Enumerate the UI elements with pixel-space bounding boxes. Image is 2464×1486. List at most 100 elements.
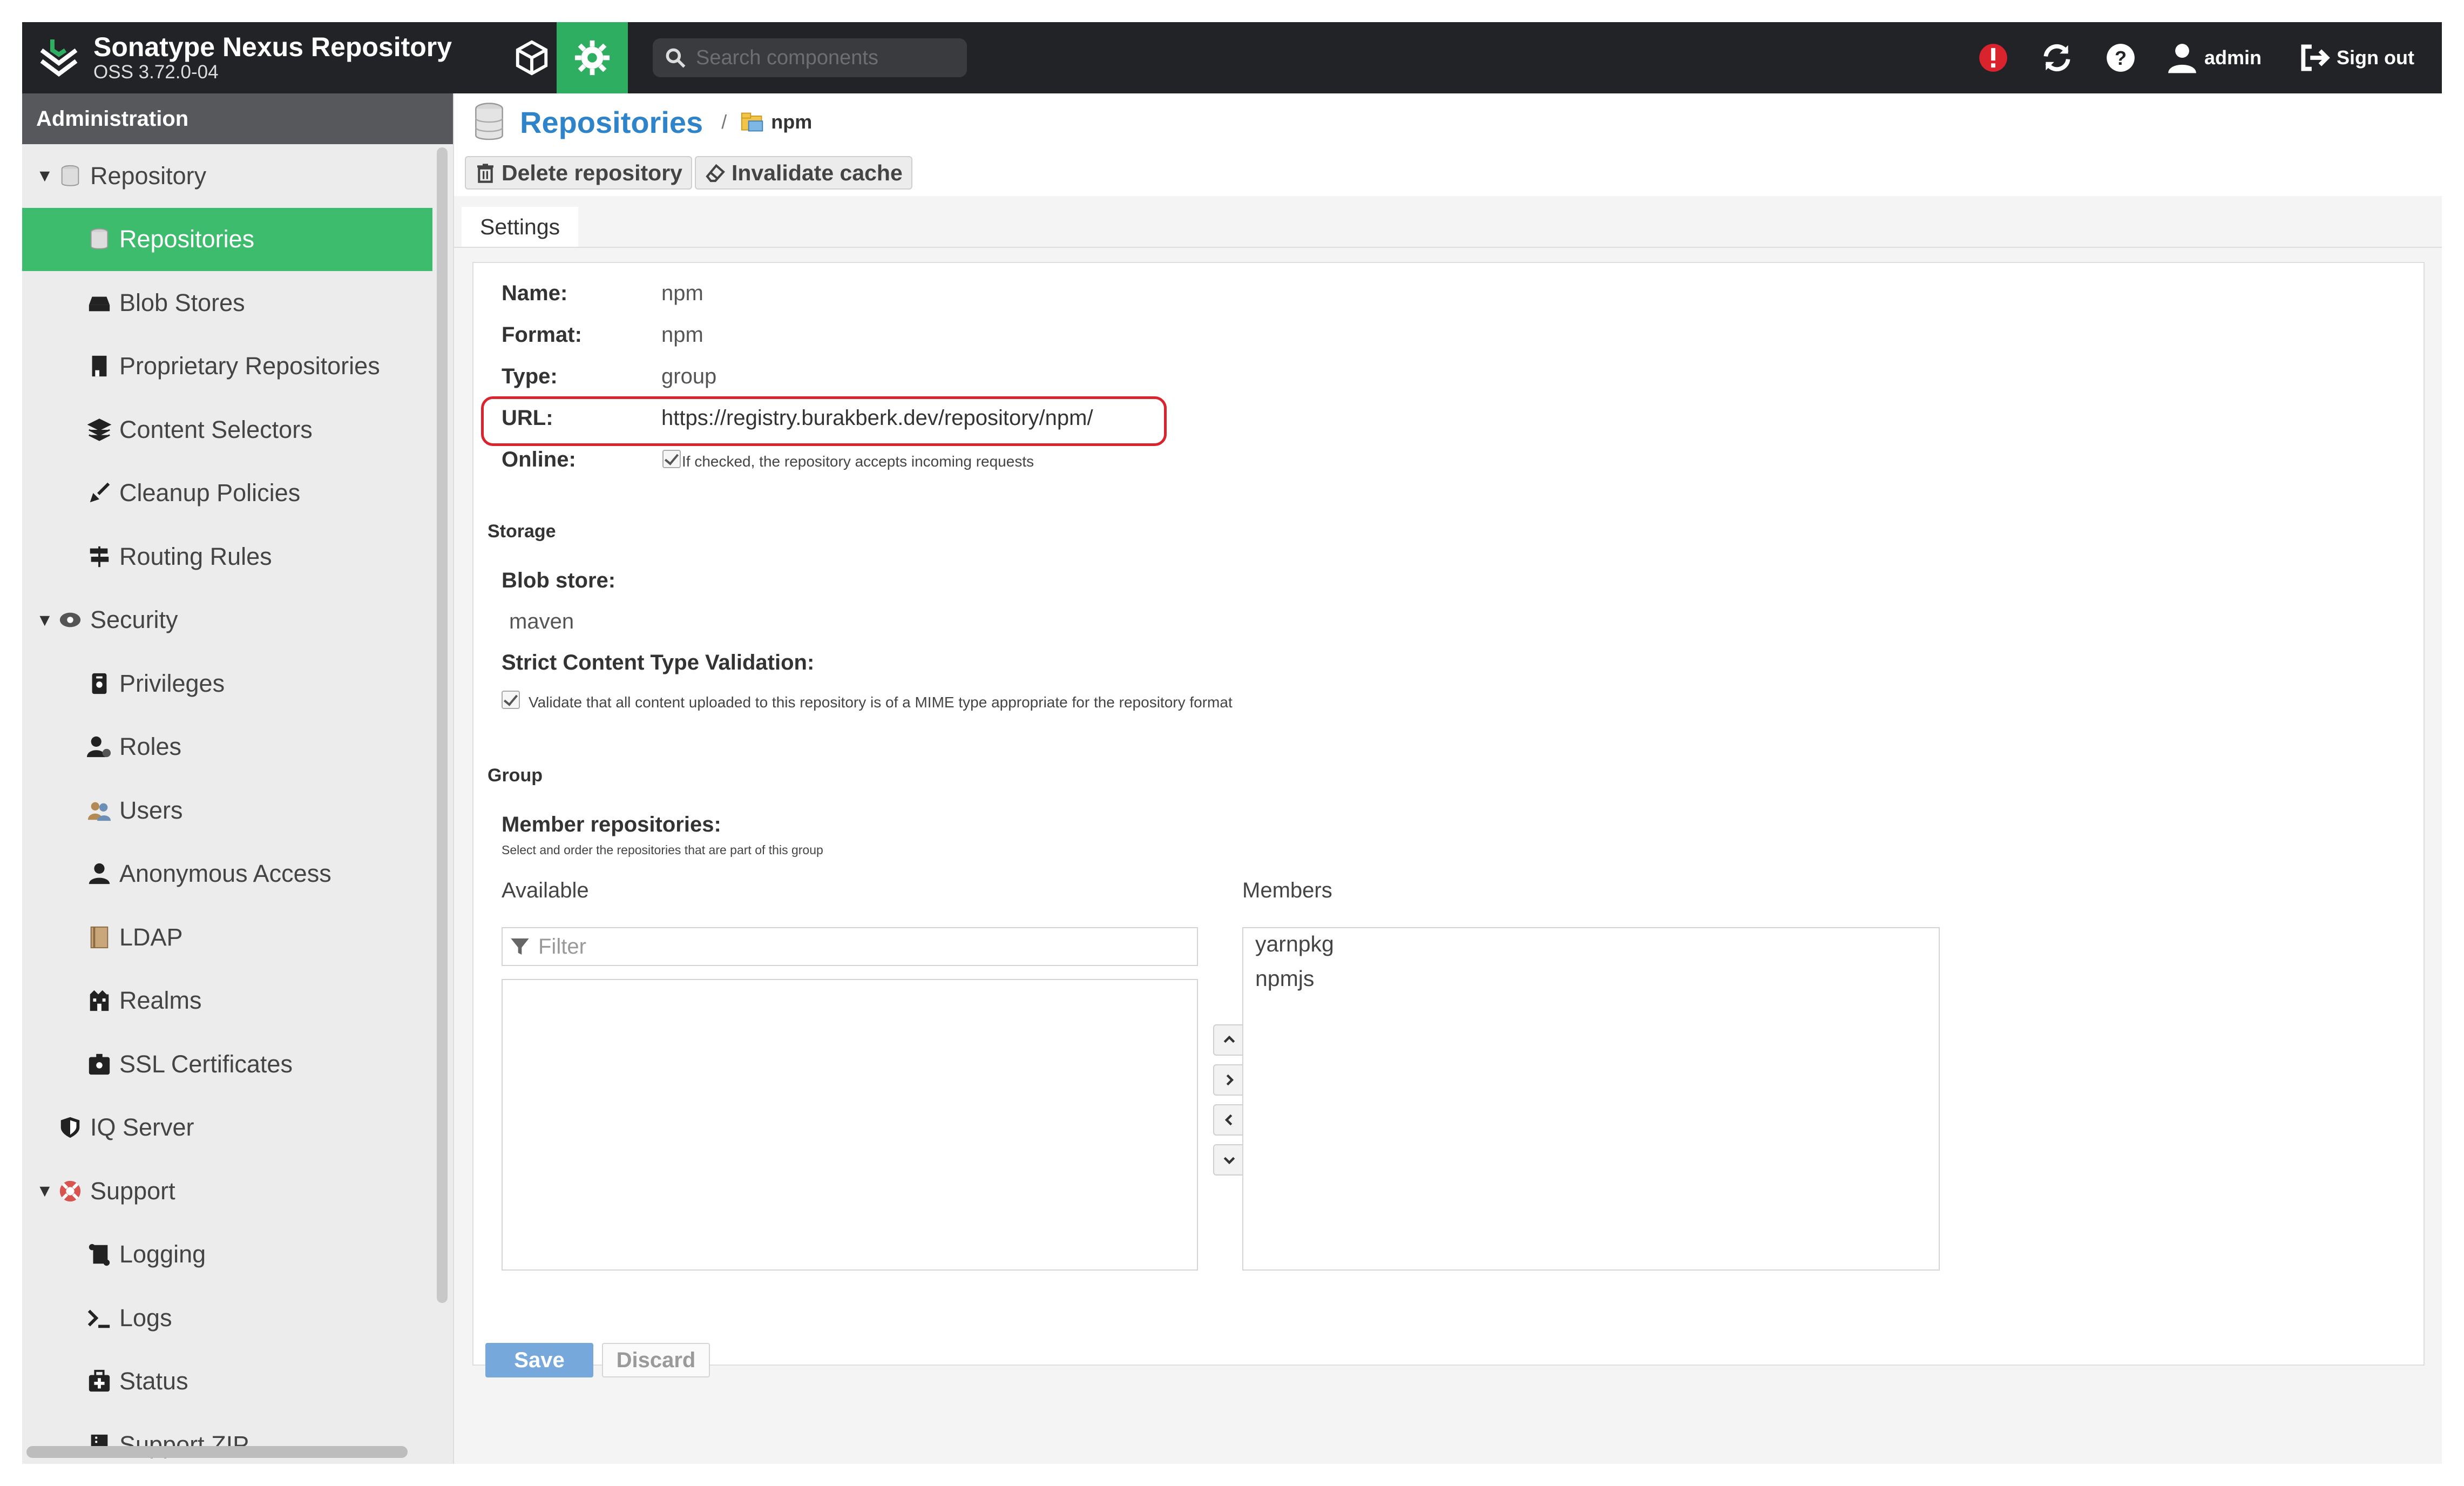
help-button[interactable]: ? [2104,22,2137,93]
available-list[interactable] [502,979,1198,1271]
search-input[interactable] [695,45,956,70]
sidebar-item-iq-server[interactable]: IQ Server [22,1096,432,1160]
sidebar-item-label: Content Selectors [119,415,313,443]
member-item[interactable]: yarnpkg [1255,931,1334,957]
sidebar-item-label: Roles [119,733,182,761]
sidebar-item-logs[interactable]: Logs [22,1286,432,1350]
layers-icon [87,417,119,442]
database-icon [475,103,503,140]
badge-icon [87,671,119,696]
online-checkbox[interactable] [662,450,681,468]
eraser-icon [706,164,725,183]
sidebar-item-blob-stores[interactable]: Blob Stores [22,271,432,335]
shield-icon [58,1115,90,1140]
sidebar-item-users[interactable]: Users [22,779,432,842]
tab-strip: Settings [454,196,2442,248]
sidebar-item-content-selectors[interactable]: Content Selectors [22,398,432,462]
delete-repository-label: Delete repository [502,160,682,185]
sidebar-item-label: Logs [119,1303,172,1332]
sidebar-item-proprietary-repositories[interactable]: Proprietary Repositories [22,335,432,398]
strict-validation-label: Strict Content Type Validation: [502,651,815,674]
database-icon [87,227,119,252]
available-filter-input[interactable] [537,934,1187,960]
sidebar-item-cleanup-policies[interactable]: Cleanup Policies [22,462,432,525]
sidebar-vertical-scrollbar[interactable] [437,147,448,1303]
sidebar-item-label: Proprietary Repositories [119,352,380,380]
gear-icon [574,40,610,76]
sidebar-heading: Administration [22,93,453,144]
format-value: npm [661,323,703,347]
move-down-button[interactable] [1213,1144,1245,1176]
move-up-button[interactable] [1213,1024,1245,1056]
sidebar-item-ldap[interactable]: LDAP [22,906,432,969]
delete-repository-button[interactable]: Delete repository [465,156,692,190]
sidebar-item-status[interactable]: Status [22,1350,432,1414]
chevron-right-icon [1226,1074,1234,1086]
sign-out-button[interactable]: Sign out [2298,22,2414,93]
sidebar-item-repositories[interactable]: Repositories [22,207,432,271]
database-icon [58,164,90,188]
sidebar-item-ssl-certificates[interactable]: SSL Certificates [22,1032,432,1096]
sidebar-horizontal-scrollbar[interactable] [26,1446,408,1458]
sidebar-item-privileges[interactable]: Privileges [22,652,432,715]
sidebar-item-label: Blob Stores [119,288,245,316]
sidebar-item-label: Repositories [119,225,255,253]
realm-icon [87,988,119,1013]
sidebar-item-label: Security [90,606,178,634]
app-title: Sonatype Nexus Repository [93,32,452,62]
user-menu[interactable]: admin [2165,22,2262,93]
strict-validation-checkbox[interactable] [502,691,520,709]
type-value: group [661,364,717,388]
member-item[interactable]: npmjs [1255,966,1314,991]
user-icon [2168,44,2196,73]
signpost-icon [87,544,119,569]
sidebar-item-logging[interactable]: Logging [22,1223,432,1287]
tab-settings[interactable]: Settings [462,207,579,247]
group-heading: Group [488,765,543,786]
caret-down-icon[interactable]: ▼ [36,610,58,630]
sidebar-item-label: Repository [90,161,207,190]
caret-down-icon[interactable]: ▼ [36,166,58,186]
members-list[interactable]: yarnpkg npmjs [1242,927,1940,1271]
blob-store-label: Blob store: [502,569,616,592]
sidebar-item-repository[interactable]: ▼ Repository [22,144,432,208]
discard-button[interactable]: Discard [602,1343,710,1377]
available-filter[interactable] [502,927,1198,966]
sign-out-icon [2301,44,2330,71]
sidebar-item-security[interactable]: ▼ Security [22,589,432,652]
terminal-icon [87,1306,119,1330]
save-button[interactable]: Save [485,1343,593,1377]
sidebar-item-support[interactable]: ▼ Support [22,1159,432,1223]
certificate-icon [87,1052,119,1077]
admin-mode-button[interactable] [557,22,628,93]
sidebar-item-anonymous-access[interactable]: Anonymous Access [22,842,432,906]
online-label: Online: [502,448,576,471]
sidebar-item-realms[interactable]: Realms [22,969,432,1033]
users-icon [87,798,119,823]
members-label: Members [1242,879,1332,902]
chevron-up-icon [1223,1035,1235,1043]
trash-icon [477,164,493,183]
alert-icon [1979,44,2007,72]
invalidate-cache-button[interactable]: Invalidate cache [695,156,912,190]
type-label: Type: [502,364,558,388]
brand[interactable]: Sonatype Nexus Repository OSS 3.72.0-04 [37,31,452,85]
folder-group-icon [741,112,763,132]
sidebar-item-routing-rules[interactable]: Routing Rules [22,525,432,589]
alert-button[interactable] [1976,22,2010,93]
member-repositories-help: Select and order the repositories that a… [502,843,823,857]
sidebar-item-roles[interactable]: Roles [22,715,432,779]
nexus-logo-icon [40,39,78,77]
sidebar-item-label: Status [119,1367,188,1395]
lifebuoy-icon [58,1179,90,1204]
medkit-icon [87,1369,119,1394]
hard-drive-icon [87,291,119,315]
eye-icon [58,607,90,632]
add-member-button[interactable] [1213,1064,1245,1096]
caret-down-icon[interactable]: ▼ [36,1181,58,1201]
breadcrumb-repositories-link[interactable]: Repositories [520,105,703,140]
refresh-button[interactable] [2040,22,2074,93]
remove-member-button[interactable] [1213,1104,1245,1136]
search-box[interactable] [653,38,967,77]
app-window: Sonatype Nexus Repository OSS 3.72.0-04 … [22,22,2442,1464]
